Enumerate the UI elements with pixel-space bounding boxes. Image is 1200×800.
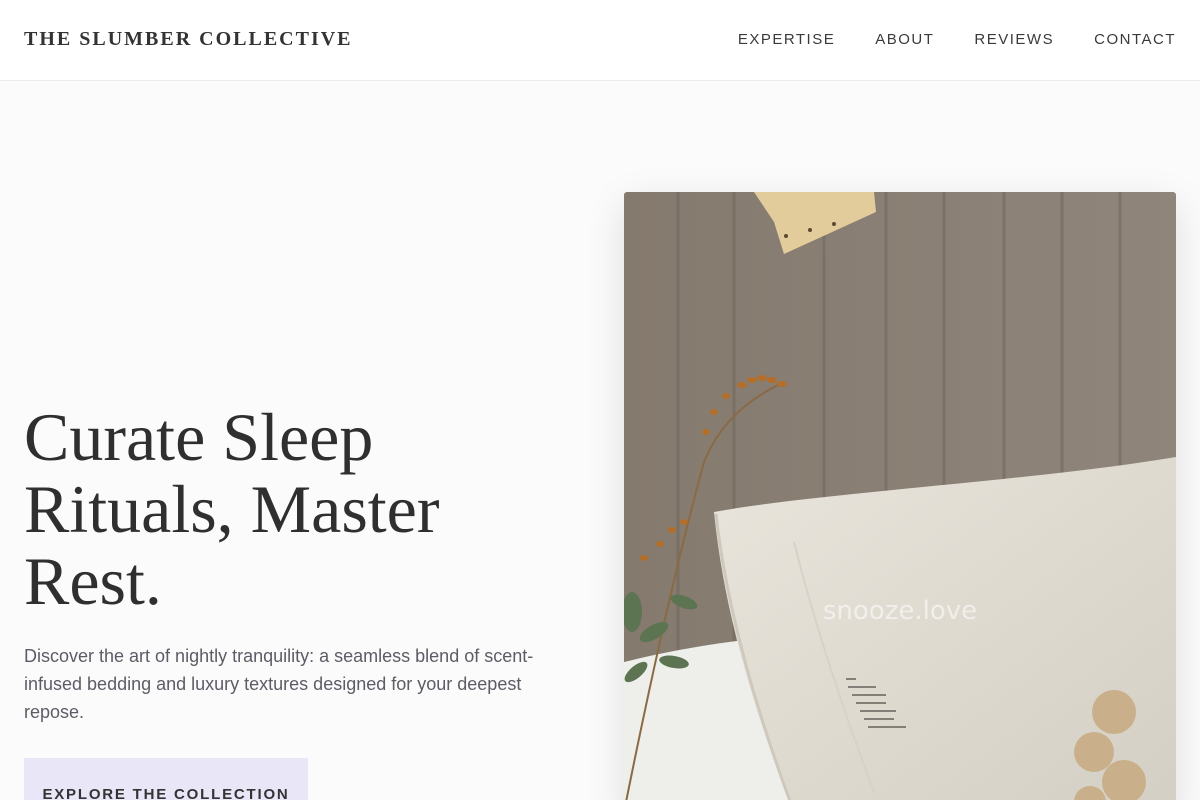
bedroom-photo-illustration (624, 192, 1176, 800)
hero-headline: Curate Sleep Rituals, Master Rest. (24, 399, 440, 619)
image-watermark: snooze.love (822, 596, 978, 626)
site-header: THE SLUMBER COLLECTIVE EXPERTISE ABOUT R… (0, 0, 1200, 81)
explore-collection-button[interactable]: EXPLORE THE COLLECTION (24, 758, 308, 800)
main-nav: EXPERTISE ABOUT REVIEWS CONTACT (738, 31, 1176, 48)
nav-link-expertise[interactable]: EXPERTISE (738, 31, 835, 48)
nav-link-contact[interactable]: CONTACT (1094, 31, 1176, 48)
brand-logo[interactable]: THE SLUMBER COLLECTIVE (24, 28, 353, 51)
hero-image: snooze.love (624, 192, 1176, 800)
nav-link-about[interactable]: ABOUT (875, 31, 934, 48)
hero-subtext: Discover the art of nightly tranquility:… (24, 646, 534, 722)
nav-link-reviews[interactable]: REVIEWS (974, 31, 1054, 48)
